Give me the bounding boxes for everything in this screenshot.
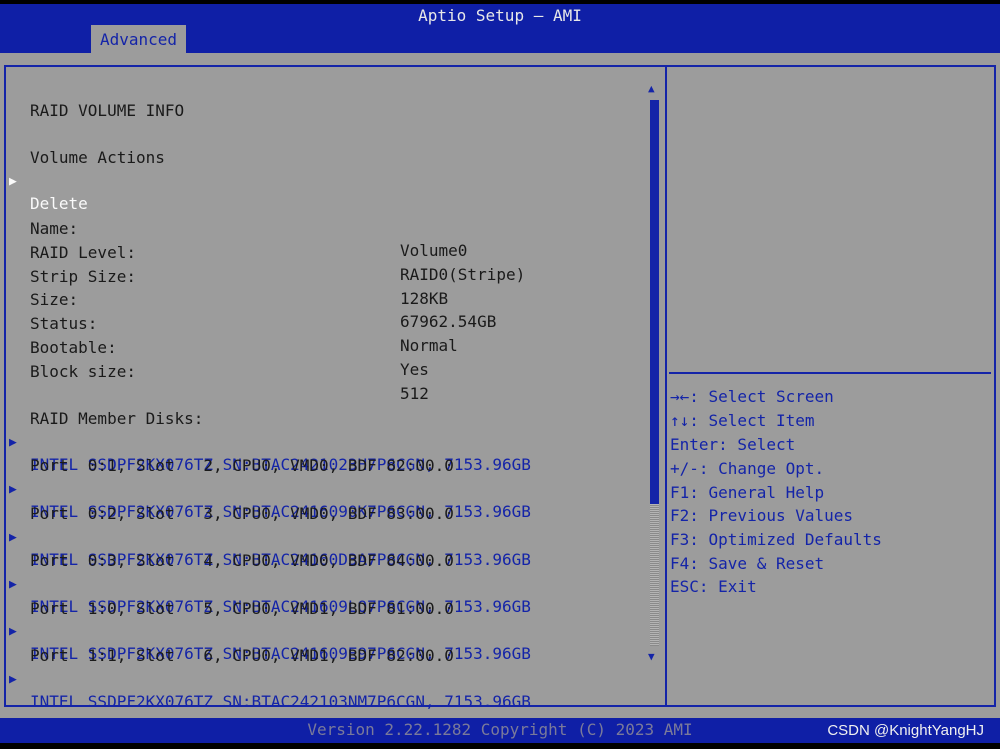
page-heading: RAID VOLUME INFO xyxy=(30,101,185,120)
right-triangle-icon: ▶ xyxy=(9,174,17,189)
help-esc: ESC: Exit xyxy=(670,577,757,596)
disk-port-info: Port 1:1, Slot 6, CPU0, VMD1, BDF 82:00.… xyxy=(30,646,454,665)
help-enter: Enter: Select xyxy=(670,435,796,454)
help-f4: F4: Save & Reset xyxy=(670,554,825,573)
window-title: Aptio Setup – AMI xyxy=(418,6,582,25)
disk-port-info: Port 0:1, Slot 2, CPU0, VMD0, BDF 82:00.… xyxy=(30,456,454,475)
help-f2: F2: Previous Values xyxy=(670,506,854,525)
property-bootable: Bootable: Yes xyxy=(30,338,429,379)
property-raid-level: RAID Level: RAID0(Stripe) xyxy=(30,243,526,284)
property-strip-size: Strip Size: 128KB xyxy=(30,267,449,308)
up-triangle-icon[interactable]: ▲ xyxy=(648,82,655,95)
down-triangle-icon[interactable]: ▼ xyxy=(648,650,655,663)
property-name: Name: Volume0 xyxy=(30,219,468,260)
help-select-screen: →←: Select Screen xyxy=(670,387,834,406)
main-area: RAID VOLUME INFO Volume Actions ▶ Delete… xyxy=(0,53,1000,718)
watermark: CSDN @KnightYangHJ xyxy=(827,722,984,739)
disk-item[interactable]: ▶ INTEL SSDPF2KX076TZ SN:BTAC24160D3A7P6… xyxy=(0,505,531,569)
volume-actions-label: Volume Actions xyxy=(30,148,165,167)
help-f1: F1: General Help xyxy=(670,483,825,502)
property-size: Size: 67962.54GB xyxy=(30,290,497,331)
disk-item[interactable]: ▶ INTEL SSDPF2KX076TZ SN:BTAC241609LQ7P6… xyxy=(0,552,531,616)
property-status: Status: Normal xyxy=(30,314,458,355)
disk-port-info: Port 1:0, Slot 5, CPU0, VMD1, BDF 81:00.… xyxy=(30,599,454,618)
disk-port-info: Port 0:3, Slot 4, CPU0, VMD0, BDF 84:00.… xyxy=(30,551,454,570)
help-f3: F3: Optimized Defaults xyxy=(670,530,882,549)
disk-item[interactable]: ▶ INTEL SSDPF2KX076TZ SN:BTAC2421023H7P6… xyxy=(0,410,531,474)
scrollbar-thumb[interactable] xyxy=(650,100,659,504)
help-divider xyxy=(669,372,991,374)
disk-item[interactable]: ▶ INTEL SSDPF2KX076TZ SN:BTAC2416090K7P6… xyxy=(0,457,531,521)
property-block-size: Block size: 512 xyxy=(30,362,429,403)
member-disks-label: RAID Member Disks: xyxy=(30,409,204,428)
right-triangle-icon: ▶ xyxy=(9,672,17,687)
delete-item[interactable]: ▶ Delete xyxy=(0,149,88,213)
disk-item[interactable]: ▶ INTEL SSDPF2KX076TZ SN:BTAC242103NM7P6… xyxy=(0,647,531,711)
help-select-item: ↑↓: Select Item xyxy=(670,411,815,430)
tab-advanced[interactable]: Advanced xyxy=(91,25,187,53)
disk-port-info: Port 0:2, Slot 3, CPU0, VMD0, BDF 83:00.… xyxy=(30,504,454,523)
disk-item[interactable]: ▶ INTEL SSDPF2KX076TZ SN:BTAC241609E97P6… xyxy=(0,599,531,663)
help-change-opt: +/-: Change Opt. xyxy=(670,459,825,478)
